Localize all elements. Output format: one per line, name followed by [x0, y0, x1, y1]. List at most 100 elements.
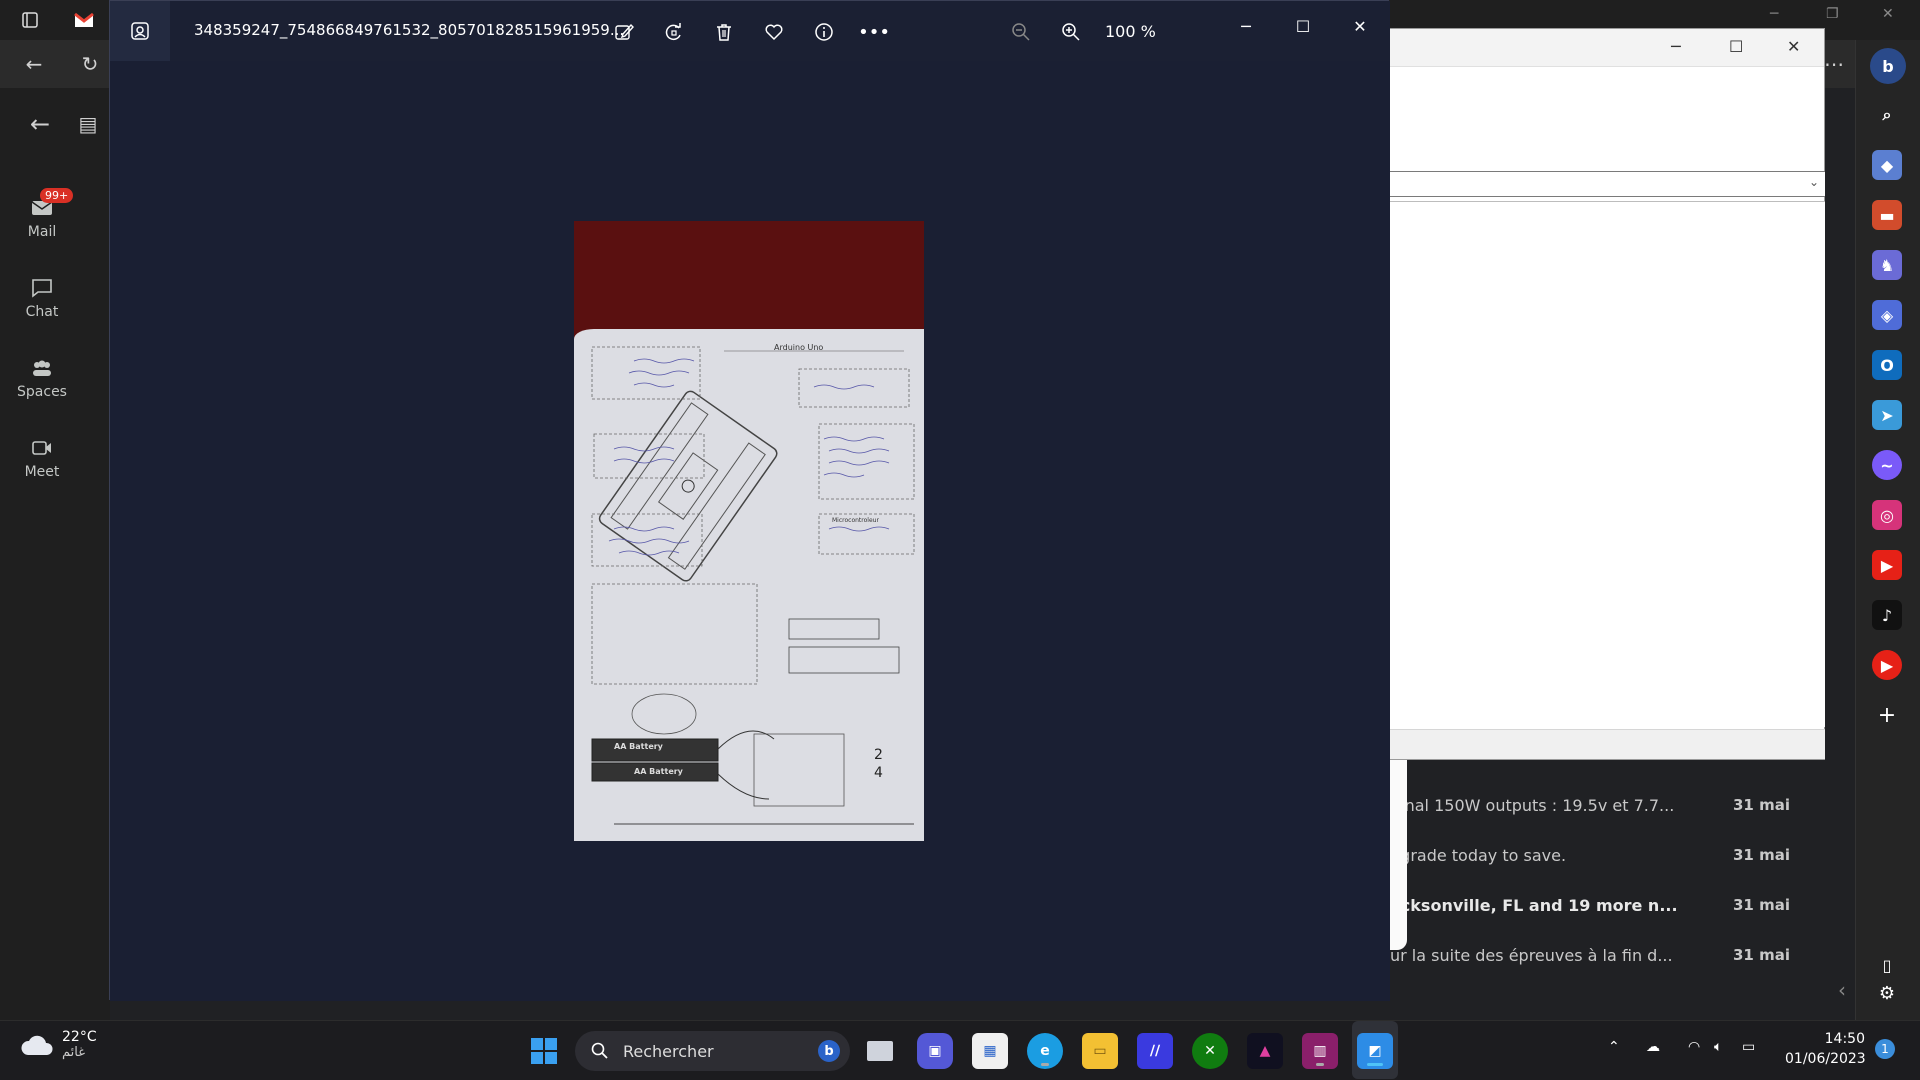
favorite-button[interactable]	[759, 17, 789, 47]
paper-sheet: Arduino Uno Microcontroleur AA Battery A…	[574, 329, 924, 841]
dialog-minimize-icon[interactable]: ─	[1671, 37, 1681, 56]
games-icon[interactable]: ♞	[1872, 250, 1902, 280]
email-list: ginal 150W outputs : 19.5v et 7.7... 31 …	[1390, 780, 1810, 980]
dialog-dropdown[interactable]: ⌄	[1371, 171, 1825, 197]
browser-restore-icon[interactable]: ❐	[1826, 6, 1839, 22]
gmail-label-icon[interactable]: ▤	[72, 108, 104, 140]
shopping-tag-icon[interactable]: ◆	[1872, 150, 1902, 180]
clock-date: 01/06/2023	[1785, 1051, 1866, 1067]
delete-icon	[717, 24, 731, 41]
nav-spaces[interactable]: Spaces	[0, 358, 84, 400]
dialog-list[interactable]	[1371, 201, 1825, 727]
sidebar-layout-icon[interactable]: ▯	[1872, 950, 1902, 980]
favorite-icon	[765, 24, 783, 41]
nav-meet-label: Meet	[24, 464, 60, 480]
viewer-maximize-button[interactable]: ☐	[1285, 11, 1321, 41]
nav-chat-label: Chat	[25, 304, 59, 320]
file-explorer-button[interactable]: ▭	[1082, 1033, 1118, 1069]
teams-icon: ▣	[928, 1043, 942, 1059]
outlook-icon[interactable]: O	[1872, 350, 1902, 380]
add-icon[interactable]: +	[1872, 700, 1902, 730]
bing-icon[interactable]: b	[818, 1040, 840, 1062]
refresh-icon[interactable]: ↻	[74, 48, 106, 80]
teams-chat-button[interactable]: ▣	[917, 1033, 953, 1069]
info-button[interactable]	[809, 17, 839, 47]
close-icon: ✕	[1353, 16, 1367, 36]
zoom-level[interactable]: 100 %	[1105, 22, 1156, 41]
browser-close-icon[interactable]: ✕	[1882, 6, 1894, 22]
spaces-icon	[33, 360, 51, 376]
zoom-in-button[interactable]	[1056, 17, 1086, 47]
creative-app-button[interactable]: ▲	[1247, 1033, 1283, 1069]
winrar-button[interactable]: ▥	[1302, 1033, 1338, 1069]
delete-button[interactable]	[709, 17, 739, 47]
email-snippet: ginal 150W outputs : 19.5v et 7.7...	[1390, 795, 1675, 815]
windows-start-icon	[531, 1038, 557, 1064]
volume-icon[interactable]: 🔈︎	[1714, 1039, 1722, 1055]
wifi-icon[interactable]: ◠	[1688, 1039, 1700, 1055]
onedrive-cloud-icon[interactable]: ☁	[1646, 1039, 1660, 1055]
tools-icon[interactable]: ▬	[1872, 200, 1902, 230]
email-date: 31 mai	[1733, 946, 1790, 964]
youtube-music-icon[interactable]: ▶	[1872, 650, 1902, 680]
rotate-icon	[665, 23, 681, 41]
edge-button[interactable]: e	[1027, 1033, 1063, 1069]
gmail-tab-icon[interactable]	[68, 4, 100, 36]
system-clock[interactable]: 14:50 01/06/2023	[1785, 1029, 1866, 1069]
search-icon[interactable]: ⌕	[1872, 100, 1902, 130]
file-name: 348359247_754866849761532_80570182851596…	[194, 21, 625, 39]
nav-chat[interactable]: Chat	[0, 278, 84, 320]
tiktok-icon[interactable]: ♪	[1872, 600, 1902, 630]
office-icon[interactable]: ◈	[1872, 300, 1902, 330]
email-date: 31 mai	[1733, 796, 1790, 814]
photo-number-2: 2	[874, 747, 883, 763]
rotate-button[interactable]	[659, 17, 689, 47]
nav-meet[interactable]: Meet	[0, 438, 84, 480]
browser-minimize-icon[interactable]: ─	[1770, 6, 1778, 22]
weather-widget[interactable]: 22°C غائم	[20, 1029, 97, 1060]
battery-icon[interactable]: ▭	[1742, 1039, 1755, 1055]
email-row[interactable]: ur la suite des épreuves à la fin d... 3…	[1390, 930, 1810, 980]
store-icon: ▦	[983, 1043, 997, 1059]
youtube-icon[interactable]: ▶	[1872, 550, 1902, 580]
pen-app-button[interactable]: ∕∕	[1137, 1033, 1173, 1069]
store-button[interactable]: ▦	[972, 1033, 1008, 1069]
photos-button[interactable]: ◩	[1357, 1033, 1393, 1069]
notification-badge[interactable]: 1	[1875, 1039, 1895, 1059]
tab-actions-icon[interactable]	[14, 4, 46, 36]
email-row[interactable]: ginal 150W outputs : 19.5v et 7.7... 31 …	[1390, 780, 1810, 830]
chat-icon	[32, 279, 52, 298]
show-hidden-icons-chevron-up-icon[interactable]: ⌃	[1608, 1039, 1620, 1055]
back-icon[interactable]: ←	[18, 48, 50, 80]
document-photo[interactable]: Arduino Uno Microcontroleur AA Battery A…	[574, 221, 924, 841]
zoom-out-button[interactable]	[1006, 17, 1036, 47]
email-row[interactable]: pgrade today to save. 31 mai	[1390, 830, 1810, 880]
dialog-close-icon[interactable]: ✕	[1787, 37, 1800, 56]
edit-image-button[interactable]	[609, 17, 639, 47]
more-options-button[interactable]: •••	[858, 17, 890, 47]
xbox-button[interactable]: ✕	[1192, 1033, 1228, 1069]
viewer-close-button[interactable]: ✕	[1342, 11, 1378, 41]
photo-number-4: 4	[874, 765, 883, 781]
dialog-maximize-icon[interactable]: ☐	[1729, 37, 1743, 56]
viewer-titlebar: 348359247_754866849761532_80570182851596…	[110, 1, 1390, 61]
taskbar-search[interactable]: Rechercher b	[575, 1031, 850, 1071]
email-row[interactable]: acksonville, FL and 19 more n... 31 mai	[1390, 880, 1810, 930]
nav-mail[interactable]: 99+ Mail	[0, 188, 84, 240]
task-view-button[interactable]	[862, 1033, 898, 1069]
photos-viewer-window: 348359247_754866849761532_80570182851596…	[109, 0, 1390, 1001]
collapse-chevron-icon[interactable]: ‹	[1826, 974, 1858, 1006]
viewer-minimize-button[interactable]: ─	[1228, 11, 1264, 41]
settings-gear-icon[interactable]: ⚙	[1872, 978, 1902, 1008]
gmail-back-icon[interactable]: ←	[24, 108, 56, 140]
send-icon[interactable]: ➤	[1872, 400, 1902, 430]
creative-app-icon: ▲	[1259, 1043, 1271, 1059]
bing-chat-icon[interactable]: b	[1870, 48, 1906, 84]
instagram-icon[interactable]: ◎	[1872, 500, 1902, 530]
weather-description: غائم	[62, 1045, 86, 1060]
start-button[interactable]	[526, 1033, 562, 1069]
image-canvas[interactable]: Arduino Uno Microcontroleur AA Battery A…	[110, 61, 1390, 1001]
dialog-statusbar	[1371, 729, 1825, 759]
messenger-icon[interactable]: ~	[1872, 450, 1902, 480]
zoom-in-icon	[1062, 23, 1080, 41]
